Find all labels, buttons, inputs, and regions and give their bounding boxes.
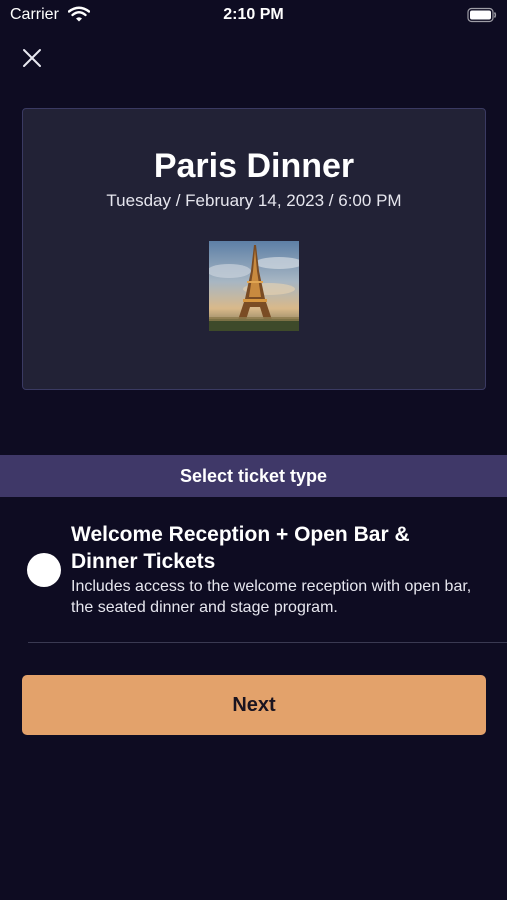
section-header-label: Select ticket type	[179, 465, 328, 486]
ticket-type-section-header: Select ticket type	[0, 455, 507, 497]
divider	[28, 642, 507, 643]
ticket-option-description: Includes access to the welcome reception…	[71, 578, 472, 616]
event-title: Paris Dinner	[153, 147, 355, 185]
event-date: Tuesday / February 14, 2023 / 6:00 PM	[106, 191, 402, 210]
status-bar: Carrier 2:10 PM	[0, 0, 507, 30]
ticket-option-title: Welcome Reception + Open Bar & Dinner Ti…	[71, 523, 410, 573]
eiffel-tower-image	[209, 241, 299, 331]
clock: 2:10 PM	[223, 6, 284, 23]
ticket-radio-button[interactable]	[27, 553, 61, 587]
ticket-option[interactable]: Welcome Reception + Open Bar & Dinner Ti…	[0, 515, 507, 627]
next-button-label: Next	[232, 693, 276, 716]
event-card: Paris Dinner Tuesday / February 14, 2023…	[22, 108, 486, 390]
next-button[interactable]: Next	[22, 675, 486, 735]
close-icon	[23, 49, 41, 67]
battery-icon	[467, 7, 497, 23]
ticket-selection-screen: Carrier 2:10 PM Paris Dinner Tuesday / F…	[0, 0, 507, 900]
close-button[interactable]	[20, 46, 44, 70]
event-image	[209, 241, 299, 331]
